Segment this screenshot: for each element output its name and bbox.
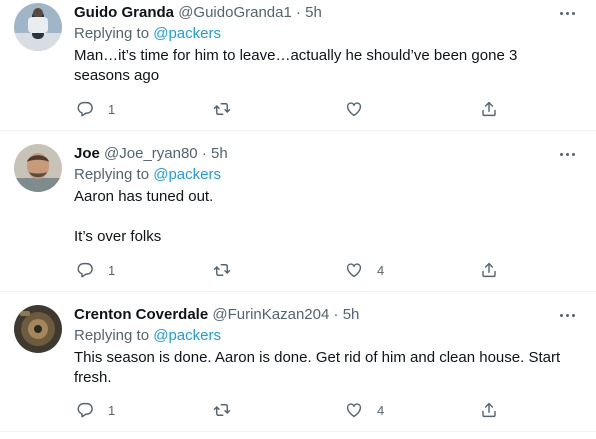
tweet[interactable]: Joe @Joe_ryan80 · 5h Replying to @packer… bbox=[0, 131, 596, 292]
replying-label: Replying to bbox=[74, 166, 150, 183]
avatar-image bbox=[14, 3, 62, 51]
separator: · bbox=[201, 145, 207, 162]
replying-label: Replying to bbox=[74, 327, 150, 344]
replying-to: Replying to @packers bbox=[74, 24, 221, 44]
reply-icon bbox=[77, 402, 93, 418]
tweet-paragraph: It’s over folks bbox=[74, 228, 162, 245]
author-handle[interactable]: @GuidoGranda1 bbox=[178, 4, 292, 21]
reply-button[interactable]: 1 bbox=[76, 400, 115, 420]
replying-label: Replying to bbox=[74, 25, 150, 42]
reply-count: 1 bbox=[108, 402, 116, 418]
tweet-text: Aaron has tuned out. It’s over folks bbox=[74, 187, 572, 247]
separator: · bbox=[333, 306, 339, 323]
like-button[interactable]: 4 bbox=[345, 400, 384, 420]
tweet-actions: 1 4 bbox=[74, 400, 504, 420]
tweet-paragraph: Aaron has tuned out. bbox=[74, 188, 214, 205]
like-button[interactable]: 4 bbox=[345, 260, 384, 280]
retweet-icon bbox=[213, 103, 231, 115]
avatar-image bbox=[14, 144, 62, 192]
mention-link[interactable]: @packers bbox=[153, 25, 221, 42]
reply-count: 1 bbox=[108, 262, 116, 278]
more-icon[interactable] bbox=[556, 3, 578, 23]
retweet-button[interactable] bbox=[213, 99, 245, 119]
share-button[interactable] bbox=[480, 400, 498, 420]
author-name[interactable]: Crenton Coverdale bbox=[74, 306, 208, 323]
timestamp[interactable]: 5h bbox=[211, 145, 228, 162]
mention-link[interactable]: @packers bbox=[153, 327, 221, 344]
like-count: 4 bbox=[377, 402, 385, 418]
avatar[interactable] bbox=[14, 144, 62, 192]
tweet-actions: 1 bbox=[74, 99, 504, 119]
tweet-actions: 1 4 bbox=[74, 260, 504, 280]
share-icon bbox=[482, 101, 496, 117]
like-icon bbox=[346, 263, 362, 278]
separator: · bbox=[296, 4, 301, 21]
avatar-image bbox=[14, 305, 62, 353]
tweet-paragraph: Man…it’s time for him to leave…actually … bbox=[74, 47, 518, 84]
tweet-text: Man…it’s time for him to leave…actually … bbox=[74, 46, 572, 86]
tweet-paragraph: This season is done. Aaron is done. Get … bbox=[74, 349, 561, 386]
replying-to: Replying to @packers bbox=[74, 326, 221, 346]
reply-button[interactable]: 1 bbox=[76, 260, 115, 280]
share-icon bbox=[482, 402, 496, 418]
author-name[interactable]: Guido Granda bbox=[74, 4, 174, 21]
tweet-text: This season is done. Aaron is done. Get … bbox=[74, 348, 572, 388]
share-button[interactable] bbox=[480, 260, 498, 280]
avatar[interactable] bbox=[14, 3, 62, 51]
tweet-header: Crenton Coverdale @FurinKazan204 · 5h bbox=[74, 305, 556, 325]
mention-link[interactable]: @packers bbox=[153, 166, 221, 183]
tweet[interactable]: Crenton Coverdale @FurinKazan204 · 5h Re… bbox=[0, 292, 596, 432]
more-icon[interactable] bbox=[556, 305, 578, 325]
author-name[interactable]: Joe bbox=[74, 145, 100, 162]
retweet-button[interactable] bbox=[213, 260, 245, 280]
timestamp[interactable]: 5h bbox=[305, 4, 322, 21]
like-count: 4 bbox=[377, 262, 385, 278]
reply-icon bbox=[77, 101, 93, 117]
like-button[interactable] bbox=[345, 99, 377, 119]
reply-icon bbox=[77, 262, 93, 278]
author-handle[interactable]: @FurinKazan204 bbox=[212, 306, 329, 323]
like-icon bbox=[346, 102, 362, 117]
replying-to: Replying to @packers bbox=[74, 165, 221, 185]
timestamp[interactable]: 5h bbox=[343, 306, 360, 323]
reply-button[interactable]: 1 bbox=[76, 99, 115, 119]
retweet-icon bbox=[213, 264, 231, 276]
like-icon bbox=[346, 403, 362, 418]
retweet-button[interactable] bbox=[213, 400, 245, 420]
more-icon[interactable] bbox=[556, 144, 578, 164]
share-icon bbox=[482, 262, 496, 278]
author-handle[interactable]: @Joe_ryan80 bbox=[104, 145, 198, 162]
retweet-icon bbox=[213, 404, 231, 416]
tweet-header: Joe @Joe_ryan80 · 5h bbox=[74, 144, 556, 164]
avatar[interactable] bbox=[14, 305, 62, 353]
tweet[interactable]: Guido Granda @GuidoGranda1 · 5h Replying… bbox=[0, 0, 596, 131]
reply-count: 1 bbox=[108, 101, 116, 117]
share-button[interactable] bbox=[480, 99, 498, 119]
tweet-header: Guido Granda @GuidoGranda1 · 5h bbox=[74, 3, 556, 23]
